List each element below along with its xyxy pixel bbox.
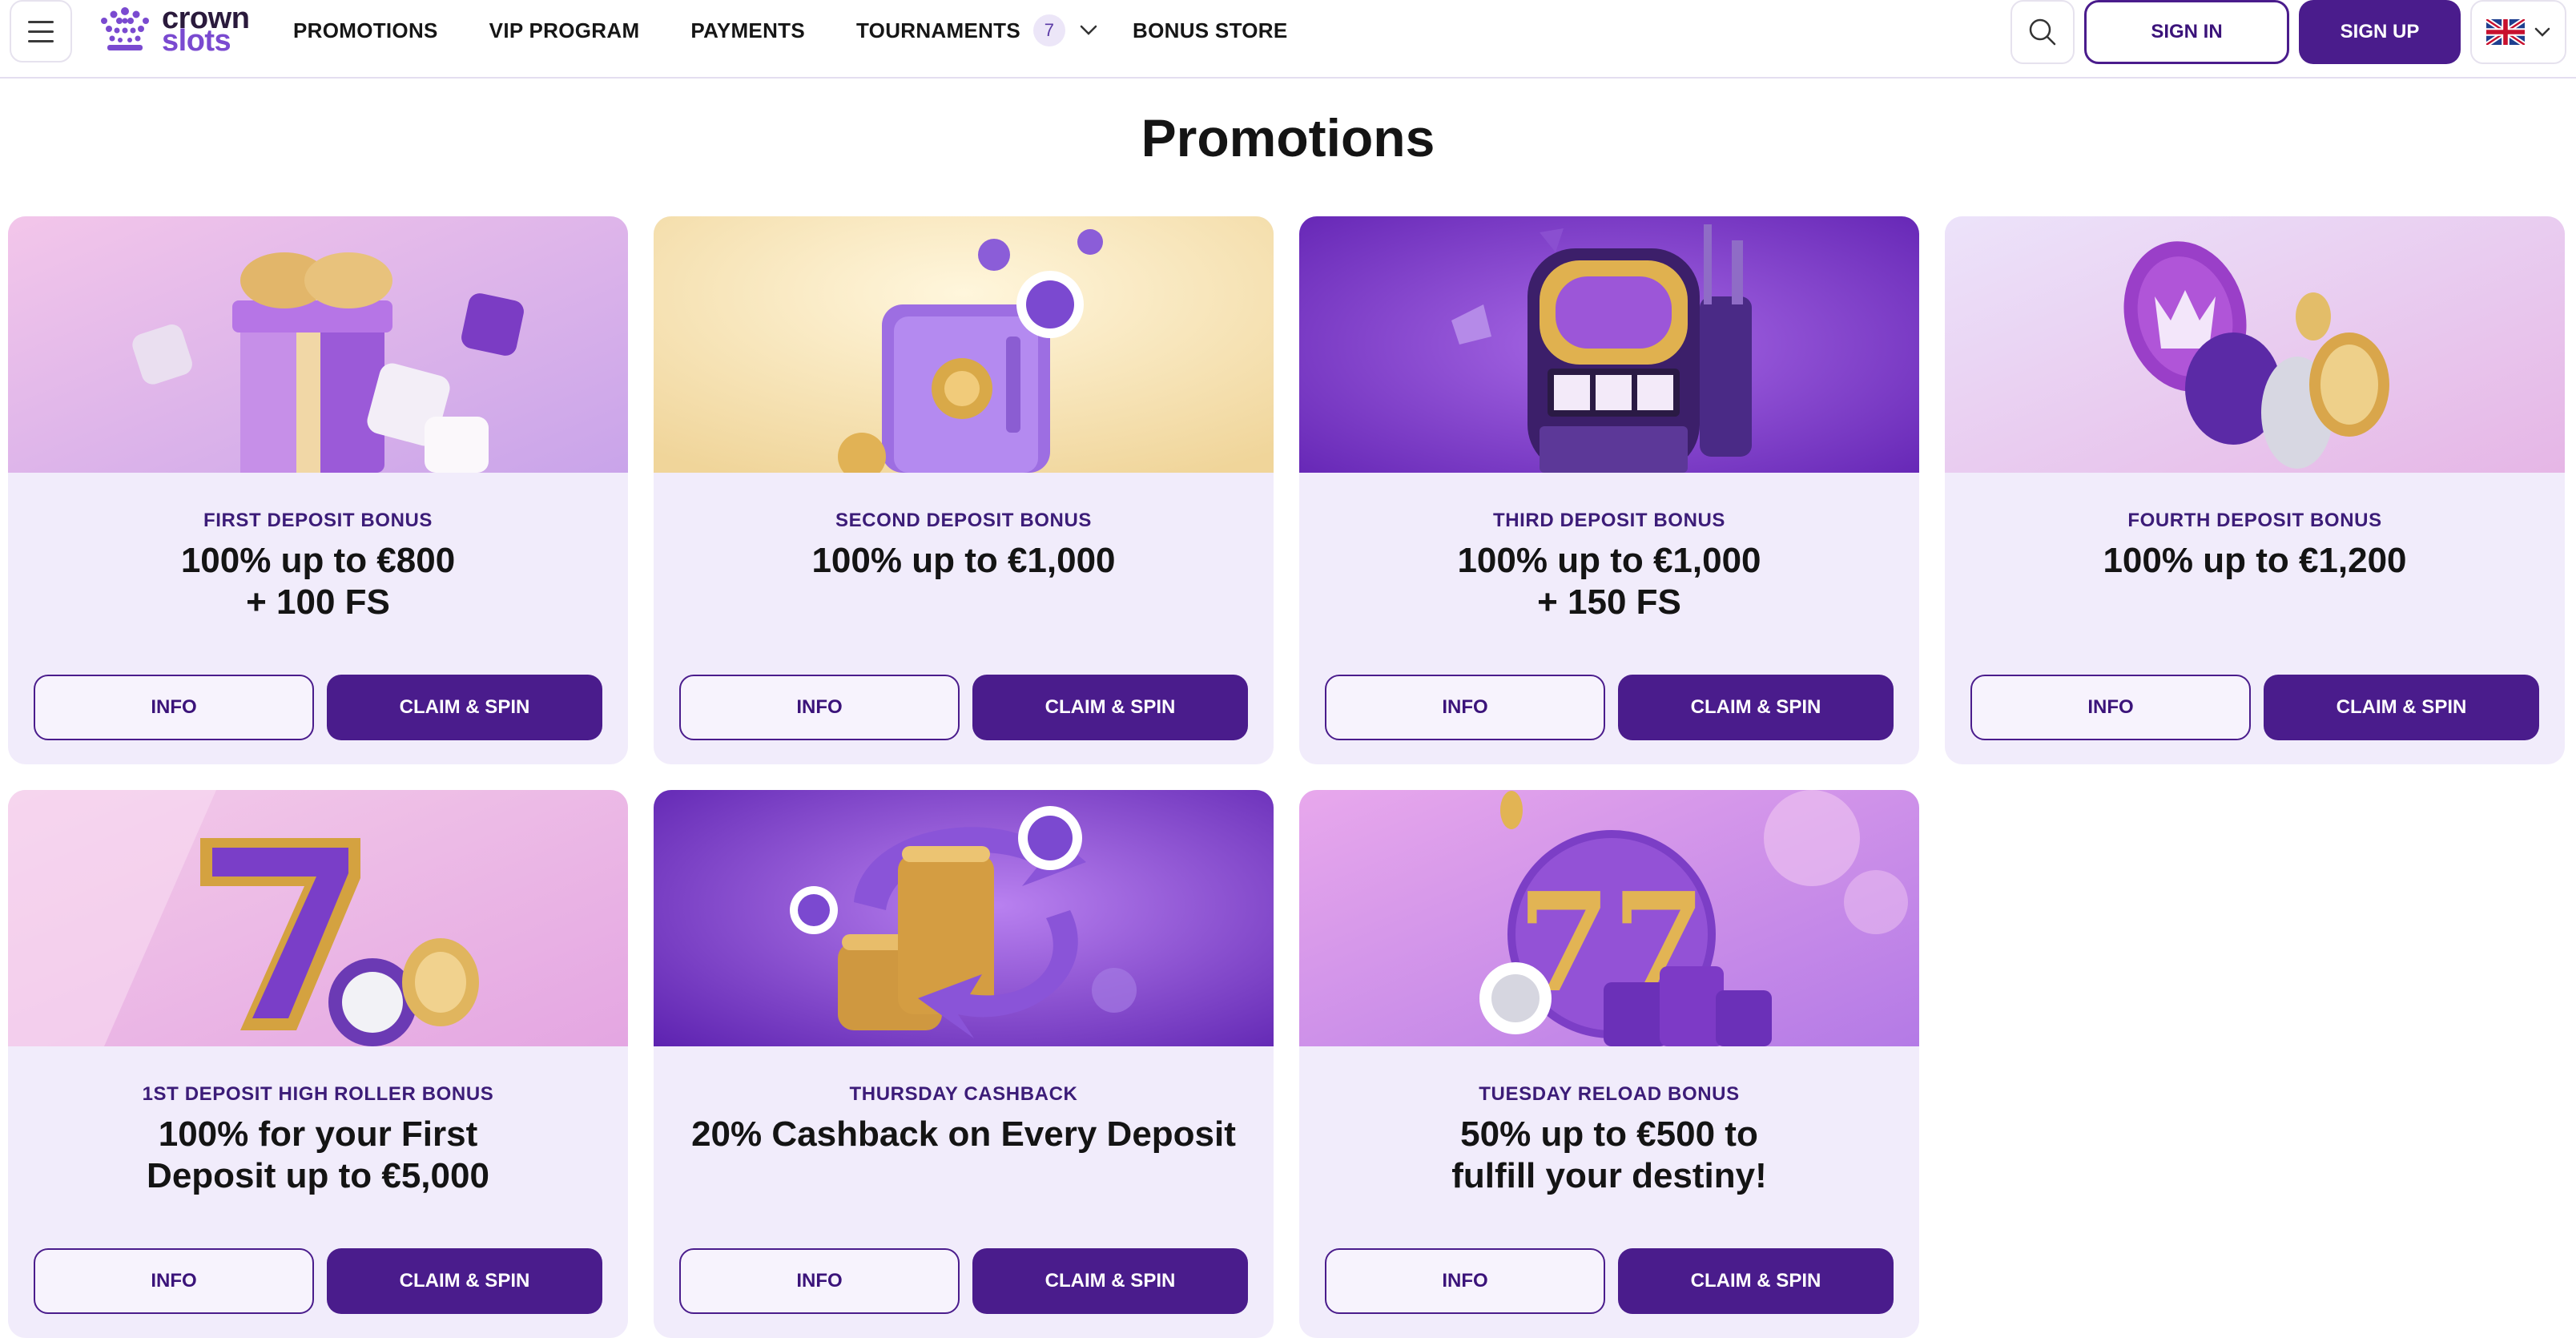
promo-offer: 100% up to €1,000 (686, 540, 1242, 582)
sign-up-button[interactable]: SIGN UP (2299, 0, 2461, 64)
promo-offer: 100% up to €1,000 + 150 FS (1331, 540, 1887, 623)
promo-offer-line1: 50% up to €500 to (1460, 1114, 1758, 1154)
promo-offer-line1: 100% up to €800 (180, 541, 456, 580)
promo-label: TUESDAY RELOAD BONUS (1479, 1083, 1740, 1105)
promo-offer: 20% Cashback on Every Deposit (686, 1114, 1242, 1155)
language-selector[interactable] (2470, 0, 2566, 64)
promo-image-coin-stacks-arrows (654, 790, 1274, 1046)
promo-offer-line2: + 100 FS (246, 582, 390, 622)
promo-card: THIRD DEPOSIT BONUS 100% up to €1,000 + … (1299, 216, 1919, 764)
promo-claim-button[interactable]: CLAIM & SPIN (972, 675, 1248, 740)
promo-label: SECOND DEPOSIT BONUS (835, 510, 1093, 531)
nav-payments-label: PAYMENTS (690, 18, 805, 42)
nav-promotions-label: PROMOTIONS (293, 18, 438, 42)
promo-info-button[interactable]: INFO (679, 1248, 960, 1314)
promo-info-button[interactable]: INFO (34, 675, 314, 740)
promo-info-button[interactable]: INFO (1325, 675, 1605, 740)
promo-info-button[interactable]: INFO (1970, 675, 2251, 740)
promo-offer-line1: 100% up to €1,000 (811, 541, 1116, 580)
promo-card: FOURTH DEPOSIT BONUS 100% up to €1,200 I… (1945, 216, 2565, 764)
main-nav: PROMOTIONS VIP PROGRAM PAYMENTS TOURNAME… (293, 0, 1339, 61)
nav-bonus-store-label: BONUS STORE (1133, 18, 1288, 42)
promo-image-golden-seven (8, 790, 628, 1046)
promo-card: SECOND DEPOSIT BONUS 100% up to €1,000 I… (654, 216, 1274, 764)
promo-claim-button[interactable]: CLAIM & SPIN (1618, 1248, 1894, 1314)
promo-card: 1ST DEPOSIT HIGH ROLLER BONUS 100% for y… (8, 790, 628, 1338)
nav-vip-program[interactable]: VIP PROGRAM (489, 18, 640, 43)
search-icon (2029, 18, 2056, 46)
promo-label: FOURTH DEPOSIT BONUS (2127, 510, 2382, 531)
promo-label: FIRST DEPOSIT BONUS (203, 510, 433, 531)
promo-offer: 100% up to €1,200 (1977, 540, 2533, 582)
promo-offer: 100% for your First Deposit up to €5,000 (40, 1114, 596, 1197)
nav-vip-program-label: VIP PROGRAM (489, 18, 640, 42)
promo-claim-button[interactable]: CLAIM & SPIN (327, 675, 602, 740)
promo-offer-line1: 100% up to €1,000 (1457, 541, 1761, 580)
promo-offer-line1: 100% up to €1,200 (2103, 541, 2407, 580)
promo-claim-button[interactable]: CLAIM & SPIN (2264, 675, 2539, 740)
sign-in-button[interactable]: SIGN IN (2084, 0, 2289, 64)
promo-card: THURSDAY CASHBACK 20% Cashback on Every … (654, 790, 1274, 1338)
nav-promotions[interactable]: PROMOTIONS (293, 18, 438, 43)
promo-offer-line2: + 150 FS (1537, 582, 1681, 622)
promo-offer-line1: 100% for your First (158, 1114, 478, 1154)
promo-offer-line2: Deposit up to €5,000 (147, 1156, 489, 1195)
promo-card: 77 TUESDAY RELOAD BONUS 50% up to €500 t… (1299, 790, 1919, 1338)
header-actions: SIGN IN SIGN UP (2010, 0, 2566, 64)
promo-claim-button[interactable]: CLAIM & SPIN (327, 1248, 602, 1314)
nav-tournaments[interactable]: TOURNAMENTS 7 (855, 14, 1097, 46)
chevron-down-icon[interactable] (1080, 25, 1097, 36)
promo-claim-button[interactable]: CLAIM & SPIN (1618, 675, 1894, 740)
promo-image-triple-seven-chips: 77 (1299, 790, 1919, 1046)
nav-bonus-store[interactable]: BONUS STORE (1133, 18, 1288, 43)
promo-image-gift-box-dice (8, 216, 628, 473)
site-logo[interactable]: crown slots (96, 2, 250, 58)
page-title: Promotions (1141, 108, 1435, 167)
site-header: crown slots PROMOTIONS VIP PROGRAM PAYME… (0, 0, 2576, 79)
promo-offer-line2: fulfill your destiny! (1451, 1156, 1767, 1195)
nav-tournaments-label: TOURNAMENTS (855, 18, 1021, 42)
chevron-down-icon (2534, 27, 2550, 37)
promo-label: THIRD DEPOSIT BONUS (1492, 510, 1726, 531)
promo-label: THURSDAY CASHBACK (849, 1083, 1078, 1105)
promo-label: 1ST DEPOSIT HIGH ROLLER BONUS (142, 1083, 494, 1105)
search-button[interactable] (2010, 0, 2075, 64)
promo-card: FIRST DEPOSIT BONUS 100% up to €800 + 10… (8, 216, 628, 764)
promo-info-button[interactable]: INFO (1325, 1248, 1605, 1314)
promo-image-safe-chips (654, 216, 1274, 473)
promo-info-button[interactable]: INFO (679, 675, 960, 740)
promo-image-slot-machine (1299, 216, 1919, 473)
nav-payments[interactable]: PAYMENTS (690, 18, 805, 43)
promo-image-crown-coin-chips (1945, 216, 2565, 473)
crown-logo-icon (101, 7, 149, 50)
promo-offer: 50% up to €500 to fulfill your destiny! (1331, 1114, 1887, 1197)
uk-flag-icon (2486, 19, 2525, 45)
promo-claim-button[interactable]: CLAIM & SPIN (972, 1248, 1248, 1314)
promo-info-button[interactable]: INFO (34, 1248, 314, 1314)
menu-icon[interactable] (10, 0, 72, 62)
promo-offer-line1: 20% Cashback on Every Deposit (691, 1114, 1236, 1154)
promo-offer: 100% up to €800 + 100 FS (40, 540, 596, 623)
tournaments-count-badge: 7 (1033, 14, 1066, 46)
